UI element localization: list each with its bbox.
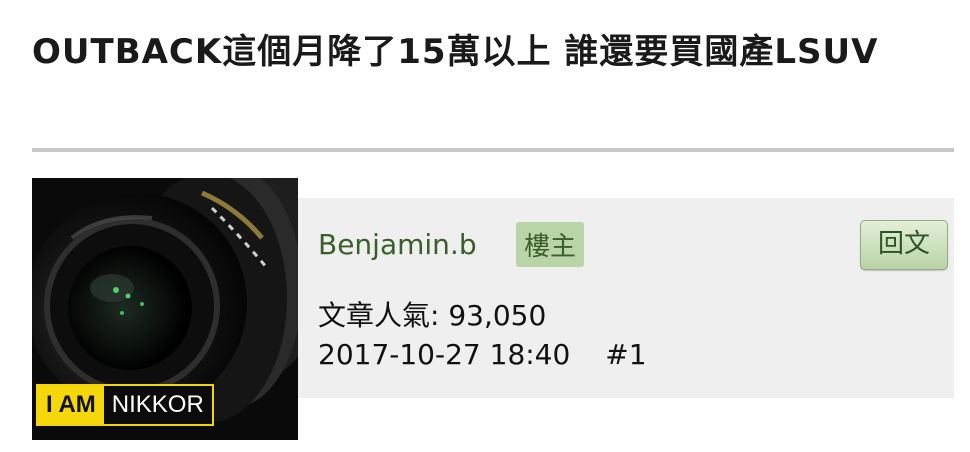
- title-divider: [32, 148, 954, 152]
- i-am-nikkor-badge: I AM NIKKOR: [36, 384, 214, 426]
- post-popularity: 文章人氣: 93,050: [318, 299, 547, 332]
- post-container: I AM NIKKOR Benjamin.b 樓主 回文 文章人氣: 93,05…: [32, 178, 954, 443]
- badge-text-i-am: I AM: [38, 386, 104, 424]
- badge-text-nikkor: NIKKOR: [103, 386, 212, 424]
- author-avatar[interactable]: I AM NIKKOR: [32, 178, 298, 440]
- author-name-link[interactable]: Benjamin.b: [318, 228, 477, 261]
- post-date: 2017-10-27 18:40: [318, 338, 571, 371]
- post-meta: 2017-10-27 18:40 #1: [318, 338, 647, 371]
- thread-title: OUTBACK這個月降了15萬以上 誰還要買國產LSUV: [32, 32, 879, 72]
- post-floor-number[interactable]: #1: [605, 338, 646, 371]
- post-info-panel: Benjamin.b 樓主 回文 文章人氣: 93,050 2017-10-27…: [298, 198, 954, 398]
- original-poster-badge: 樓主: [516, 222, 585, 267]
- reply-button[interactable]: 回文: [860, 220, 948, 270]
